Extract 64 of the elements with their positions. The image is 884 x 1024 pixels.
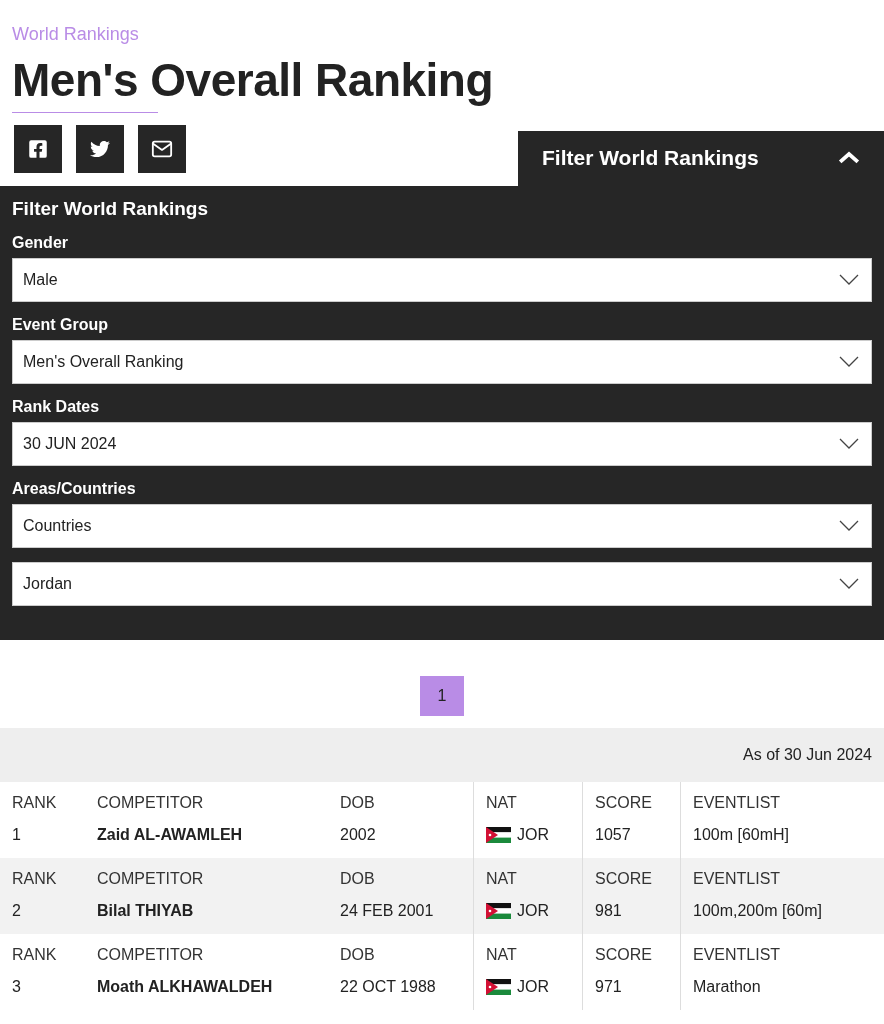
column-header: DOB <box>340 869 376 888</box>
cell-value: Zaid AL-AWAMLEH <box>97 825 243 844</box>
column-header: COMPETITOR <box>97 869 205 888</box>
chevron-down-icon <box>839 578 859 590</box>
cell-value: JOR <box>517 825 549 844</box>
cell-value: 3 <box>12 977 21 996</box>
page-title: Men's Overall Ranking <box>12 55 495 106</box>
field-label: Gender <box>12 233 69 252</box>
column-header: NAT <box>486 793 518 812</box>
cell-value: 1 <box>12 825 21 844</box>
column-header: SCORE <box>595 869 653 888</box>
column-header: DOB <box>340 793 376 812</box>
facebook-icon <box>28 138 48 159</box>
column-header: COMPETITOR <box>97 793 205 812</box>
column-header: NAT <box>486 869 518 888</box>
column-header: EVENTLIST <box>693 945 782 964</box>
bird-icon <box>90 138 110 159</box>
column-header: COMPETITOR <box>97 945 205 964</box>
chevron-down-icon <box>839 438 859 450</box>
share-button[interactable] <box>14 124 62 173</box>
dropdown[interactable]: Countries <box>12 503 872 548</box>
flag-icon <box>486 826 511 843</box>
field-label: Areas/Countries <box>12 479 137 498</box>
column-header: RANK <box>12 869 58 888</box>
filter-toggle[interactable]: Filter World Rankings <box>518 130 884 186</box>
column-header: SCORE <box>595 793 653 812</box>
column-header: DOB <box>340 945 376 964</box>
caret-icon <box>838 151 860 166</box>
cell-value: 100m,200m [60m] <box>693 901 822 920</box>
share-button[interactable] <box>138 124 186 173</box>
dropdown[interactable]: 30 JUN 2024 <box>12 421 872 466</box>
as-of-date: As of 30 Jun 2024 <box>743 745 872 764</box>
cell-value: 2 <box>12 901 21 920</box>
cell-value: 981 <box>595 901 622 920</box>
cell-value: 100m [60mH] <box>693 825 790 844</box>
flag-icon <box>486 902 511 919</box>
column-header: EVENTLIST <box>693 869 782 888</box>
dropdown[interactable]: Jordan <box>12 561 872 606</box>
dropdown[interactable]: Men's Overall Ranking <box>12 339 872 384</box>
filter-heading: Filter World Rankings <box>12 197 209 220</box>
chevron-down-icon <box>839 520 859 532</box>
column-header: SCORE <box>595 945 653 964</box>
cell-value: 24 FEB 2001 <box>340 901 434 920</box>
field-label: Event Group <box>12 315 109 334</box>
share-button[interactable] <box>76 124 124 173</box>
dropdown[interactable]: Male <box>12 257 872 302</box>
column-header: RANK <box>12 793 58 812</box>
cell-value: 971 <box>595 977 622 996</box>
column-header: EVENTLIST <box>693 793 782 812</box>
cell-value: JOR <box>517 977 549 996</box>
column-header: NAT <box>486 945 518 964</box>
field-label: Rank Dates <box>12 397 101 416</box>
cell-value: JOR <box>517 901 549 920</box>
cell-value: 22 OCT 1988 <box>340 977 436 996</box>
cell-value: 1057 <box>595 825 631 844</box>
page-button[interactable]: 1 <box>420 675 464 716</box>
cell-value: Bilal THIYAB <box>97 901 194 920</box>
chevron-down-icon <box>839 356 859 368</box>
chevron-down-icon <box>839 274 859 286</box>
column-header: RANK <box>12 945 58 964</box>
cell-value: Moath ALKHAWALDEH <box>97 977 273 996</box>
cell-value: 2002 <box>340 825 376 844</box>
flag-icon <box>486 978 511 995</box>
cell-value: Marathon <box>693 977 761 996</box>
